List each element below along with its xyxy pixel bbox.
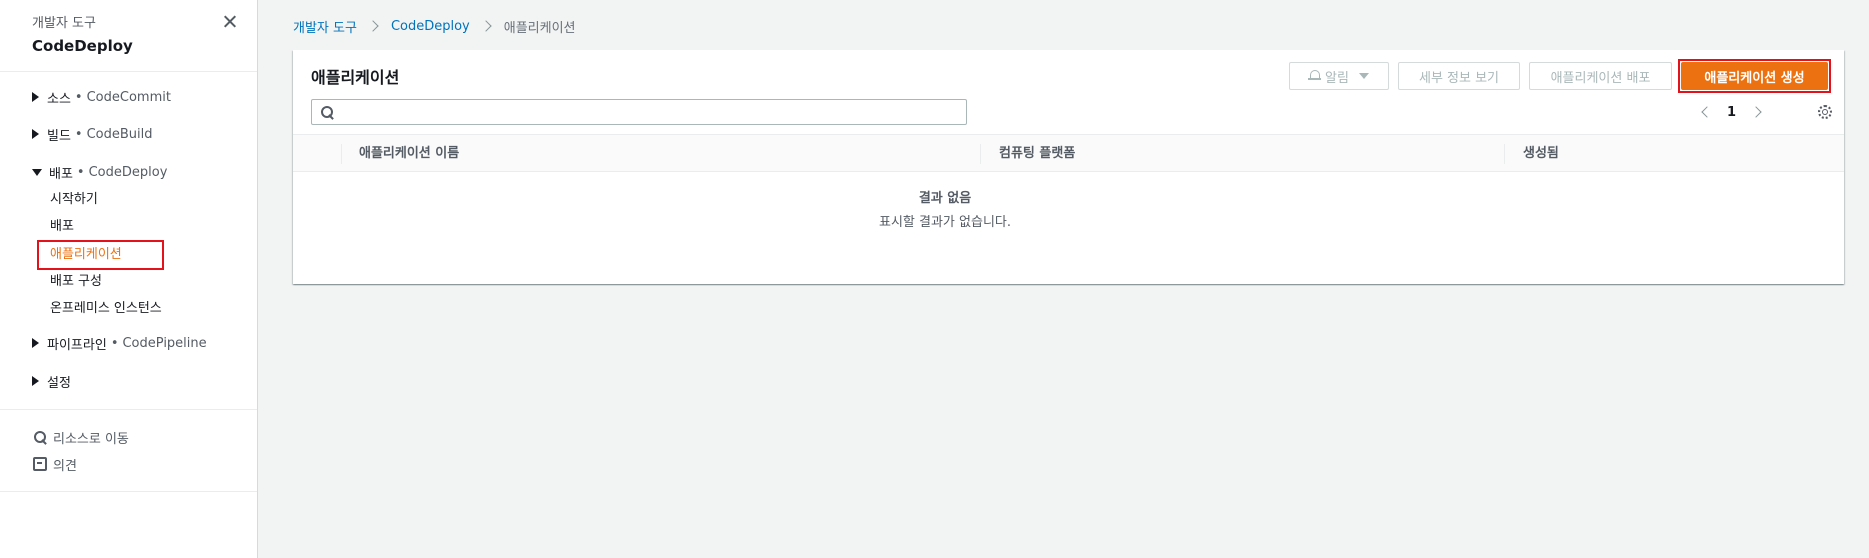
search-input[interactable] — [340, 103, 960, 121]
section-label: 소스 — [47, 91, 71, 107]
section-service: CodeBuild — [86, 126, 153, 142]
caret-right-icon — [32, 338, 39, 348]
table-header: 애플리케이션 이름 컴퓨팅 플랫폼 생성됨 — [293, 134, 1844, 172]
sidebar-header: 개발자 도구 CodeDeploy — [32, 12, 133, 55]
sidebar-section-source[interactable]: 소스 • CodeCommit — [32, 87, 171, 107]
chevron-right-icon — [480, 20, 492, 32]
separator: • — [76, 164, 85, 180]
chevron-right-icon[interactable] — [1750, 106, 1762, 118]
sidebar-item-getting-started[interactable]: 시작하기 — [50, 190, 98, 210]
sidebar-item-deployment-configs[interactable]: 배포 구성 — [50, 272, 102, 292]
go-to-resource-link[interactable]: 리소스로 이동 — [33, 427, 129, 447]
pagination: 1 — [1701, 102, 1762, 122]
column-divider — [1504, 144, 1505, 164]
caret-down-icon — [32, 168, 42, 176]
applications-panel: 애플리케이션 알림 세부 정보 보기 애플리케이션 배포 애플리케이션 생성 1… — [293, 50, 1844, 284]
breadcrumb-current: 애플리케이션 — [503, 20, 576, 36]
column-divider — [341, 144, 342, 164]
separator: • — [110, 335, 119, 351]
feedback-link[interactable]: 의견 — [33, 454, 77, 474]
sidebar-section-pipeline[interactable]: 파이프라인 • CodePipeline — [32, 333, 207, 353]
column-header-application-name[interactable]: 애플리케이션 이름 — [359, 135, 459, 172]
sidebar-divider — [0, 409, 257, 410]
caret-down-icon — [1358, 73, 1369, 79]
caret-right-icon — [32, 376, 39, 386]
gear-icon[interactable] — [1818, 105, 1832, 119]
column-header-created[interactable]: 생성됨 — [1523, 135, 1559, 172]
search-icon — [320, 105, 334, 119]
sidebar-section-build[interactable]: 빌드 • CodeBuild — [32, 124, 153, 144]
column-header-compute-platform[interactable]: 컴퓨팅 플랫폼 — [999, 135, 1075, 172]
section-service: CodeDeploy — [88, 164, 168, 180]
section-label: 설정 — [47, 375, 71, 391]
chevron-right-icon — [367, 20, 379, 32]
page-number[interactable]: 1 — [1727, 105, 1736, 120]
go-to-resource-label: 리소스로 이동 — [53, 431, 129, 447]
close-icon[interactable] — [220, 12, 240, 32]
breadcrumb: 개발자 도구 CodeDeploy 애플리케이션 — [293, 16, 576, 36]
sidebar-divider — [0, 71, 257, 72]
deploy-application-button[interactable]: 애플리케이션 배포 — [1529, 62, 1672, 90]
section-label: 파이프라인 — [47, 337, 107, 353]
sidebar-divider — [0, 491, 257, 492]
chevron-left-icon[interactable] — [1701, 106, 1713, 118]
sidebar-item-on-premises-instances[interactable]: 온프레미스 인스턴스 — [50, 299, 162, 319]
feedback-icon — [33, 457, 47, 471]
section-service: CodePipeline — [122, 335, 207, 351]
view-details-button[interactable]: 세부 정보 보기 — [1398, 62, 1520, 90]
section-label: 빌드 — [47, 128, 71, 144]
caret-right-icon — [32, 92, 39, 102]
section-service: CodeCommit — [86, 89, 171, 105]
caret-right-icon — [32, 129, 39, 139]
breadcrumb-codedeploy[interactable]: CodeDeploy — [391, 19, 470, 34]
panel-title: 애플리케이션 — [311, 68, 400, 87]
notify-button[interactable]: 알림 — [1289, 62, 1389, 90]
sidebar-section-deploy[interactable]: 배포 • CodeDeploy — [32, 162, 167, 182]
column-divider — [980, 144, 981, 164]
sidebar-item-deployments[interactable]: 배포 — [50, 217, 74, 237]
separator: • — [74, 126, 83, 142]
sidebar: 개발자 도구 CodeDeploy 소스 • CodeCommit 빌드 • C… — [0, 0, 258, 558]
notify-label: 알림 — [1325, 70, 1349, 86]
feedback-label: 의견 — [53, 458, 77, 474]
empty-state-description: 표시할 결과가 없습니다. — [879, 215, 1011, 230]
sidebar-subtitle: 개발자 도구 — [32, 16, 96, 31]
sidebar-title[interactable]: CodeDeploy — [32, 37, 133, 55]
breadcrumb-developer-tools[interactable]: 개발자 도구 — [293, 17, 357, 36]
create-application-button[interactable]: 애플리케이션 생성 — [1681, 62, 1828, 90]
search-field[interactable] — [311, 99, 967, 125]
bell-icon — [1308, 70, 1322, 82]
empty-state-title: 결과 없음 — [918, 191, 972, 206]
section-label: 배포 — [49, 166, 73, 182]
highlight-box — [37, 240, 164, 270]
separator: • — [74, 89, 83, 105]
search-icon — [33, 430, 47, 444]
sidebar-section-settings[interactable]: 설정 — [32, 371, 71, 391]
